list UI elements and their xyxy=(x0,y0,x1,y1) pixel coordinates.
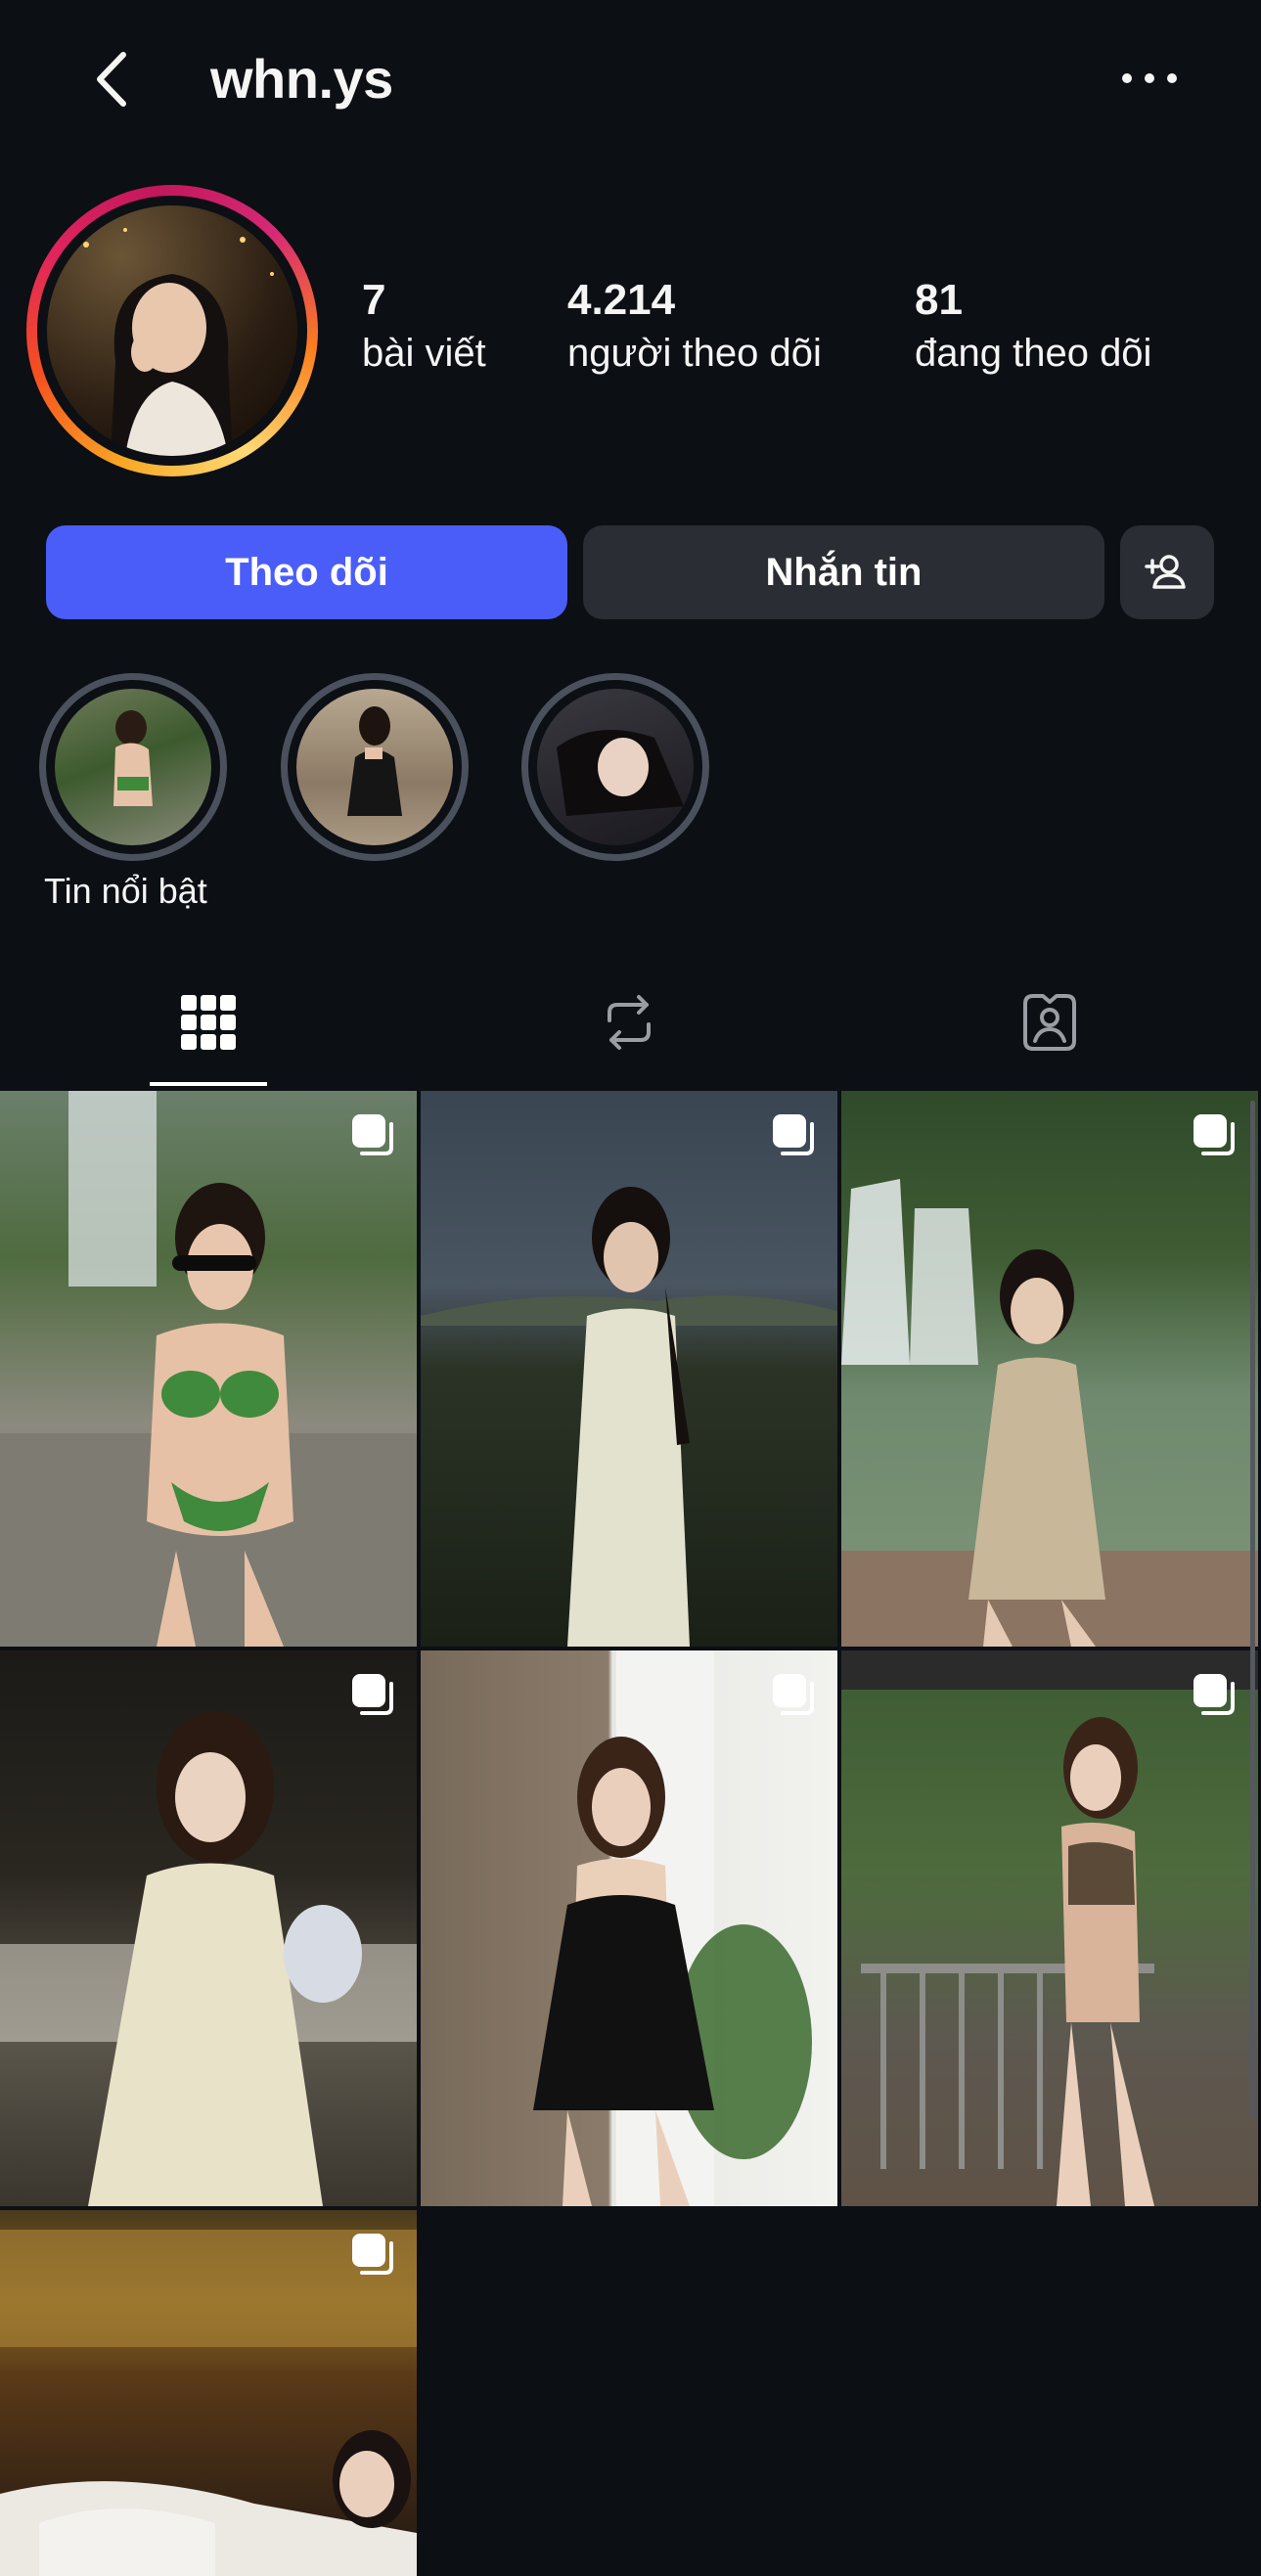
stat-posts-label: bài viết xyxy=(362,332,486,375)
carousel-icon xyxy=(773,1114,814,1155)
stat-followers[interactable]: 4.214 người theo dõi xyxy=(567,276,822,375)
repost-icon xyxy=(608,995,651,1050)
carousel-icon xyxy=(1193,1674,1235,1715)
post-tile-2[interactable] xyxy=(421,1091,837,1647)
highlight-1[interactable] xyxy=(39,673,227,861)
add-person-icon xyxy=(1145,555,1186,589)
scrollbar[interactable] xyxy=(1250,1101,1255,2118)
follow-button[interactable]: Theo dõi xyxy=(46,525,567,619)
carousel-icon xyxy=(352,2234,393,2275)
highlight-3[interactable] xyxy=(521,673,709,861)
carousel-icon xyxy=(352,1114,393,1155)
stat-following[interactable]: 81 đang theo dõi xyxy=(915,276,1152,375)
tab-posts-grid[interactable] xyxy=(130,969,287,1076)
post-tile-3[interactable] xyxy=(841,1091,1258,1647)
post-tile-1[interactable] xyxy=(0,1091,417,1647)
more-options-button[interactable] xyxy=(1115,59,1184,98)
avatar-story-ring[interactable] xyxy=(26,185,318,476)
suggest-user-button[interactable] xyxy=(1120,525,1214,619)
post-tile-5[interactable] xyxy=(421,1650,837,2206)
stat-followers-count: 4.214 xyxy=(567,276,676,324)
tab-tagged[interactable] xyxy=(971,969,1128,1076)
highlight-3-thumbnail xyxy=(537,689,694,845)
grid-icon xyxy=(181,995,236,1050)
highlight-1-label: Tin nổi bật xyxy=(44,871,207,911)
carousel-icon xyxy=(1193,1114,1235,1155)
profile-username: whn.ys xyxy=(210,48,393,110)
avatar xyxy=(47,205,297,456)
post-tile-6[interactable] xyxy=(841,1650,1258,2206)
stat-followers-label: người theo dõi xyxy=(567,332,822,375)
stat-following-count: 81 xyxy=(915,276,963,324)
stat-posts: 7 bài viết xyxy=(362,276,486,375)
post-tile-4[interactable] xyxy=(0,1650,417,2206)
carousel-icon xyxy=(773,1674,814,1715)
more-horizontal-icon xyxy=(1122,73,1177,83)
chevron-left-icon xyxy=(97,52,126,107)
highlight-2[interactable] xyxy=(281,673,469,861)
avatar-gap xyxy=(37,196,307,466)
back-button[interactable] xyxy=(84,43,143,115)
highlight-2-thumbnail xyxy=(296,689,453,845)
tab-reposts[interactable] xyxy=(551,969,707,1076)
highlight-1-thumbnail xyxy=(55,689,211,845)
message-button[interactable]: Nhắn tin xyxy=(583,525,1104,619)
active-tab-indicator xyxy=(150,1082,267,1086)
stat-posts-count: 7 xyxy=(362,276,386,324)
post-tile-7[interactable] xyxy=(0,2210,417,2576)
carousel-icon xyxy=(352,1674,393,1715)
tagged-person-icon xyxy=(1023,994,1076,1051)
stat-following-label: đang theo dõi xyxy=(915,332,1152,375)
